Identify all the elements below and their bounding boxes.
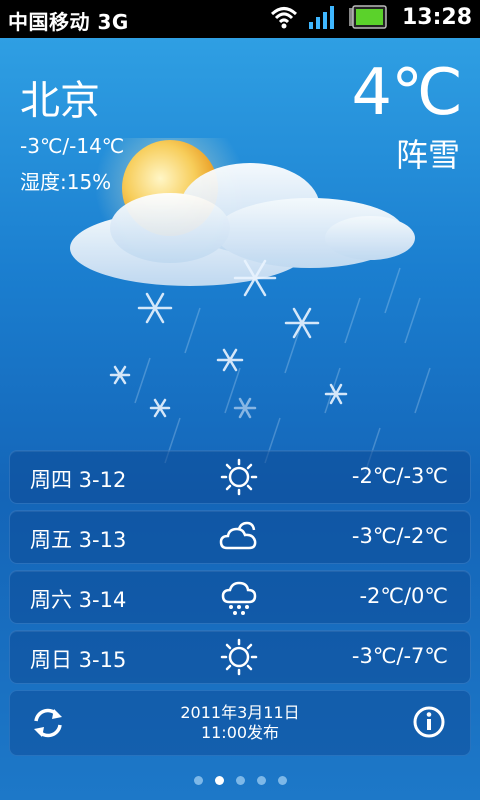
current-temperature: 4℃ (351, 56, 463, 130)
sunny-icon (220, 458, 258, 496)
clock: 13:28 (401, 4, 472, 30)
city-name[interactable]: 北京 (20, 68, 100, 126)
cloudy-icon (219, 521, 257, 550)
forecast-row[interactable]: 周六 3-14 -2℃/0℃ (9, 570, 471, 624)
temperature-range: -3℃/-14℃ (20, 134, 125, 158)
wifi-icon (270, 7, 297, 29)
forecast-day: 周四 3-12 (30, 468, 127, 492)
forecast-temp: -3℃/-7℃ (351, 644, 448, 668)
carrier-label: 中国移动 3G (8, 10, 129, 34)
footer-bar: 2011年3月11日 11:00发布 (9, 690, 471, 756)
info-icon[interactable] (412, 705, 446, 739)
status-bar: 中国移动 3G 13:28 (0, 0, 480, 38)
forecast-row[interactable]: 周四 3-12 -2℃/-3℃ (9, 450, 471, 504)
status-icons: 13:28 (270, 4, 472, 30)
page-dot[interactable] (256, 776, 266, 785)
forecast-temp: -2℃/0℃ (359, 584, 448, 608)
page-dot[interactable] (277, 776, 287, 785)
page-indicator (0, 770, 480, 789)
refresh-icon[interactable] (30, 705, 66, 741)
page-dot[interactable] (193, 776, 203, 785)
sunny-icon (220, 638, 258, 676)
forecast-temp: -3℃/-2℃ (351, 524, 448, 548)
weather-screen[interactable]: 北京 -3℃/-14℃ 湿度:15% 4℃ 阵雪 周四 3-12 -2℃/-3℃… (0, 38, 480, 800)
forecast-temp: -2℃/-3℃ (351, 464, 448, 488)
weather-condition: 阵雪 (395, 136, 460, 174)
publish-info: 2011年3月11日 11:00发布 (140, 703, 340, 743)
snow-cloud-icon (221, 581, 257, 615)
battery-icon (348, 5, 387, 29)
publish-time: 11:00发布 (200, 723, 280, 742)
publish-date: 2011年3月11日 (180, 703, 300, 722)
forecast-row[interactable]: 周五 3-13 -3℃/-2℃ (9, 510, 471, 564)
signal-icon (308, 6, 334, 29)
forecast-day: 周六 3-14 (30, 588, 127, 612)
forecast-day: 周日 3-15 (30, 648, 127, 672)
humidity-label: 湿度:15% (20, 170, 112, 194)
forecast-row[interactable]: 周日 3-15 -3℃/-7℃ (9, 630, 471, 684)
page-dot[interactable] (235, 776, 245, 785)
forecast-day: 周五 3-13 (30, 528, 127, 552)
page-dot[interactable] (214, 776, 224, 785)
snow-cloud-illustration (70, 138, 415, 419)
